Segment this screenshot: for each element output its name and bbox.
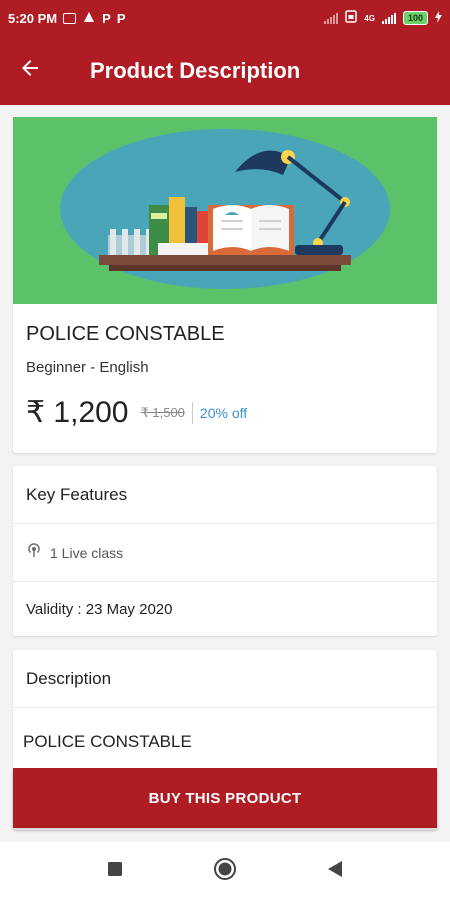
mail-icon (63, 12, 77, 24)
back-nav-button[interactable] (315, 851, 355, 891)
live-class-row: 1 Live class (13, 524, 437, 582)
validity-row: Validity : 23 May 2020 (13, 582, 437, 636)
signal-strength-icon (381, 12, 396, 24)
signal-icon (324, 12, 339, 24)
original-price: ₹ 1,500 (140, 404, 185, 420)
status-time: 5:20 PM (8, 10, 58, 26)
description-title: Description (26, 668, 112, 688)
key-features-title: Key Features (26, 484, 128, 504)
square-icon (108, 861, 122, 881)
product-card: POLICE CONSTABLE Beginner - English ₹ 1,… (13, 117, 437, 453)
description-header: Description (13, 650, 437, 708)
triangle-back-icon (328, 860, 342, 882)
network-type-label: 4G (364, 13, 375, 23)
broadcast-icon (26, 542, 42, 563)
back-button[interactable] (0, 36, 60, 105)
product-level: Beginner - English (26, 359, 149, 376)
app-icon (82, 10, 96, 27)
recent-apps-button[interactable] (95, 851, 135, 891)
status-bar: 5:20 PM P P 4G 100 (0, 0, 450, 36)
books-lamp-illustration (13, 117, 437, 304)
page-title: Product Description (90, 57, 301, 83)
key-features-card: Key Features 1 Live class Validity : 23 … (13, 466, 437, 636)
status-notification-icons: P P (63, 10, 125, 27)
price-row: ₹ 1,200 ₹ 1,500 20% off (26, 395, 247, 430)
product-price: ₹ 1,200 (26, 396, 129, 429)
validity-label: Validity : 23 May 2020 (26, 600, 173, 618)
system-nav-bar (0, 842, 450, 900)
description-text: POLICE CONSTABLE (23, 732, 192, 751)
app-bar: Product Description (0, 36, 450, 105)
live-class-label: 1 Live class (50, 544, 124, 561)
charging-icon (435, 10, 442, 26)
buy-product-button[interactable]: BUY THIS PRODUCT (13, 768, 437, 828)
sim-icon (345, 10, 358, 26)
arrow-left-icon (18, 56, 42, 85)
product-name: POLICE CONSTABLE (26, 323, 225, 345)
discount-label: 20% off (199, 404, 248, 421)
status-system-icons: 4G 100 (324, 10, 442, 26)
battery-icon: 100 (402, 11, 428, 25)
p-icon: P (102, 10, 111, 26)
p-icon: P (116, 10, 126, 26)
key-features-header: Key Features (13, 466, 437, 524)
home-button[interactable] (205, 851, 245, 891)
circle-icon (213, 857, 237, 886)
price-divider (191, 401, 193, 424)
description-body: POLICE CONSTABLE (13, 712, 437, 772)
